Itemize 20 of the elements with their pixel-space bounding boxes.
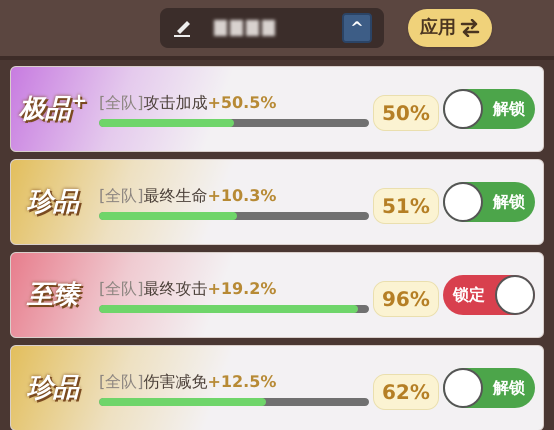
- apply-button[interactable]: 应用: [408, 9, 492, 47]
- percent-label: 96%: [373, 281, 439, 317]
- percent-label: 51%: [373, 188, 439, 224]
- collapse-button[interactable]: ^: [342, 13, 372, 43]
- buff-text: [全队]最终生命+10.3%: [99, 185, 278, 207]
- buff-text: [全队]伤害减免+12.5%: [99, 371, 278, 393]
- rarity-label: 珍品: [26, 372, 81, 404]
- rarity-label: 至臻: [17, 278, 89, 312]
- rarity-label: 珍品: [26, 186, 81, 218]
- buff-text: [全队]最终攻击+19.2%: [99, 278, 278, 300]
- percent-label: 50%: [373, 95, 439, 131]
- lock-toggle[interactable]: 解锁: [443, 368, 535, 408]
- lock-toggle[interactable]: 锁定: [443, 275, 535, 315]
- buff-text: [全队]攻击加成+50.5%: [99, 92, 278, 114]
- lock-toggle[interactable]: 解锁: [443, 182, 535, 222]
- redacted-name[interactable]: [214, 20, 275, 36]
- swap-icon: [460, 19, 480, 37]
- rarity-label: 极品$^{+}$: [18, 92, 88, 126]
- lock-toggle[interactable]: 解锁: [443, 89, 535, 129]
- percent-label: 62%: [373, 374, 439, 410]
